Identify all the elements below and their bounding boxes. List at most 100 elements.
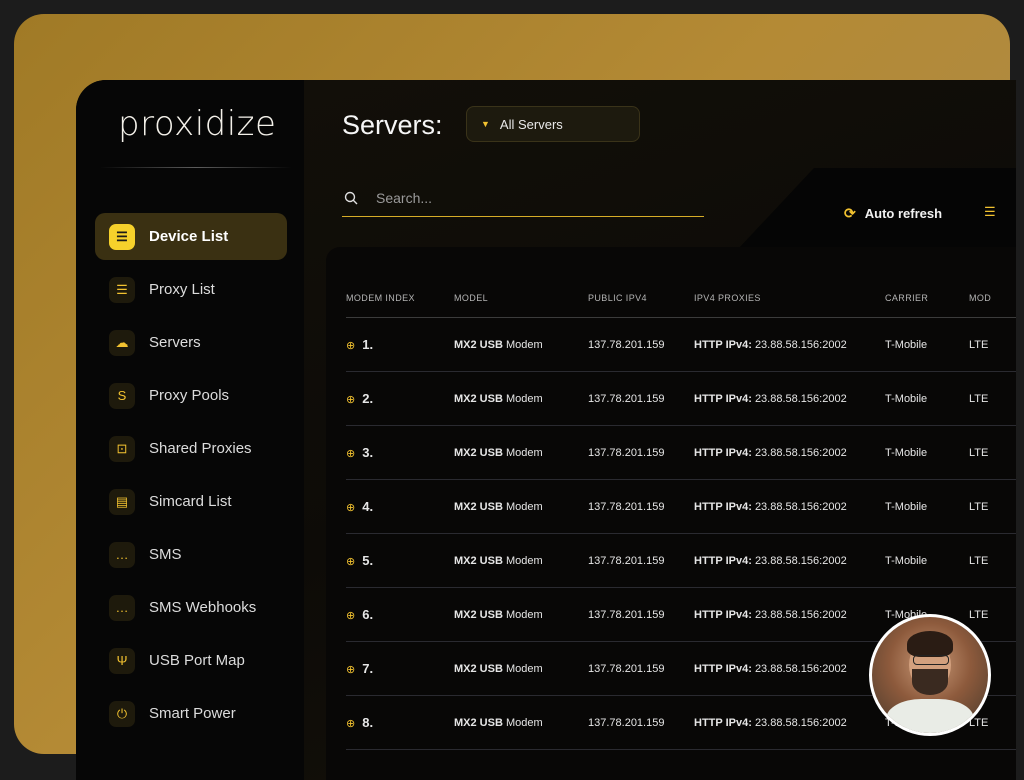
sidebar-item-device-list[interactable]: ☰ Device List — [95, 213, 287, 260]
sidebar-item-simcard-list[interactable]: ▤ Simcard List — [95, 478, 287, 525]
model-cell: MX2 USB Modem — [454, 425, 588, 480]
page-title: Servers: — [342, 110, 443, 140]
sidebar-nav: ☰ Device List ☰ Proxy List ☁ Servers S P… — [95, 213, 287, 743]
avatar — [869, 614, 991, 736]
model-name: MX2 USB — [454, 662, 503, 675]
model-name: MX2 USB — [454, 392, 503, 405]
sidebar-item-label: Proxy Pools — [149, 387, 230, 404]
carrier-cell: T-Mobile — [885, 371, 969, 426]
expand-icon[interactable]: ⊕ — [346, 394, 355, 406]
expand-icon[interactable]: ⊕ — [346, 448, 355, 460]
modem-index: 4. — [362, 499, 374, 514]
mode-cell: LTE — [969, 317, 1016, 372]
model-name: MX2 USB — [454, 500, 503, 513]
power-icon: ⏻ — [109, 700, 135, 727]
sidebar-item-label: USB Port Map — [149, 652, 245, 669]
proxy-value: 23.88.58.156:2002 — [754, 500, 847, 513]
usb-icon: Ψ — [109, 647, 135, 674]
server-icon: ☁ — [109, 329, 135, 356]
logo-divider — [100, 167, 292, 168]
model-type: Modem — [505, 608, 543, 621]
proxy-value: 23.88.58.156:2002 — [754, 554, 847, 567]
chat-icon: … — [109, 594, 135, 621]
ipv4-proxy-cell: HTTP IPv4: 23.88.58.156:2002 — [694, 425, 885, 480]
table-row[interactable]: ⊕ 5. MX2 USB Modem 137.78.201.159 HTTP IPv4:… — [346, 533, 1016, 588]
search-icon — [344, 191, 358, 205]
table-row[interactable]: ⊕ 3. MX2 USB Modem 137.78.201.159 HTTP IPv4:… — [346, 425, 1016, 480]
sidebar-item-proxy-pools[interactable]: S Proxy Pools — [95, 372, 287, 419]
proxy-label: HTTP IPv4: — [694, 500, 752, 513]
public-ipv4-cell: 137.78.201.159 — [588, 533, 694, 588]
model-type: Modem — [505, 716, 543, 729]
column-header[interactable]: MOD — [969, 279, 1016, 318]
proxy-label: HTTP IPv4: — [694, 446, 752, 459]
sidebar-item-label: Simcard List — [149, 493, 232, 510]
proxy-label: HTTP IPv4: — [694, 608, 752, 621]
expand-icon[interactable]: ⊕ — [346, 718, 355, 730]
proxy-value: 23.88.58.156:2002 — [754, 716, 847, 729]
sidebar-item-proxy-list[interactable]: ☰ Proxy List — [95, 266, 287, 313]
model-type: Modem — [505, 392, 543, 405]
table-row[interactable]: ⊕ 2. MX2 USB Modem 137.78.201.159 HTTP IPv4:… — [346, 371, 1016, 426]
auto-refresh-button[interactable]: ⟳ Auto refresh — [844, 205, 942, 222]
pool-icon: S — [109, 382, 135, 409]
sidebar-item-label: Servers — [149, 334, 201, 351]
modem-index-cell: ⊕ 7. — [346, 641, 454, 696]
search-input[interactable] — [374, 189, 678, 207]
modem-index-cell: ⊕ 4. — [346, 479, 454, 534]
column-header[interactable]: IPV4 PROXIES — [694, 279, 885, 318]
ipv4-proxy-cell: HTTP IPv4: 23.88.58.156:2002 — [694, 371, 885, 426]
column-header[interactable]: MODEM INDEX — [346, 279, 454, 318]
mode-cell: LTE — [969, 479, 1016, 534]
modem-index-cell: ⊕ 1. — [346, 317, 454, 372]
sidebar-item-smart-power[interactable]: ⏻ Smart Power — [95, 690, 287, 737]
proxy-label: HTTP IPv4: — [694, 662, 752, 675]
ipv4-proxy-cell: HTTP IPv4: 23.88.58.156:2002 — [694, 479, 885, 534]
modem-index: 1. — [362, 337, 374, 352]
share-icon: ⊡ — [109, 435, 135, 462]
expand-icon[interactable]: ⊕ — [346, 556, 355, 568]
public-ipv4-cell: 137.78.201.159 — [588, 695, 694, 750]
ipv4-proxy-cell: HTTP IPv4: 23.88.58.156:2002 — [694, 533, 885, 588]
modem-index: 2. — [362, 391, 374, 406]
model-cell: MX2 USB Modem — [454, 695, 588, 750]
sidebar-item-label: SMS — [149, 546, 182, 563]
modem-index-cell: ⊕ 8. — [346, 695, 454, 750]
table-row[interactable]: ⊕ 1. MX2 USB Modem 137.78.201.159 HTTP IPv4:… — [346, 317, 1016, 372]
sidebar-item-shared-proxies[interactable]: ⊡ Shared Proxies — [95, 425, 287, 472]
modem-index-cell: ⊕ 6. — [346, 587, 454, 642]
public-ipv4-cell: 137.78.201.159 — [588, 641, 694, 696]
model-name: MX2 USB — [454, 446, 503, 459]
sidebar-item-usb-port-map[interactable]: Ψ USB Port Map — [95, 637, 287, 684]
table-row[interactable]: ⊕ 4. MX2 USB Modem 137.78.201.159 HTTP IPv4:… — [346, 479, 1016, 534]
model-type: Modem — [505, 500, 543, 513]
model-cell: MX2 USB Modem — [454, 371, 588, 426]
expand-icon[interactable]: ⊕ — [346, 610, 355, 622]
sidebar-item-servers[interactable]: ☁ Servers — [95, 319, 287, 366]
model-name: MX2 USB — [454, 338, 503, 351]
auto-refresh-label: Auto refresh — [864, 206, 943, 221]
column-menu-icon[interactable]: ☰ — [984, 204, 996, 220]
proxy-label: HTTP IPv4: — [694, 716, 752, 729]
proxy-value: 23.88.58.156:2002 — [754, 446, 847, 459]
proxy-value: 23.88.58.156:2002 — [754, 608, 847, 621]
column-header[interactable]: MODEL — [454, 279, 588, 318]
ipv4-proxy-cell: HTTP IPv4: 23.88.58.156:2002 — [694, 317, 885, 372]
sidebar-item-sms[interactable]: … SMS — [95, 531, 287, 578]
server-select[interactable]: ▼ All Servers — [466, 106, 640, 142]
column-header[interactable]: PUBLIC IPV4 — [588, 279, 694, 318]
column-header[interactable]: CARRIER — [885, 279, 969, 318]
model-type: Modem — [505, 554, 543, 567]
avatar-glasses — [913, 655, 949, 665]
model-cell: MX2 USB Modem — [454, 317, 588, 372]
expand-icon[interactable]: ⊕ — [346, 340, 355, 352]
list-icon: ☰ — [109, 223, 135, 250]
expand-icon[interactable]: ⊕ — [346, 502, 355, 514]
sidebar-item-label: Device List — [149, 228, 229, 245]
sidebar-item-sms-webhooks[interactable]: … SMS Webhooks — [95, 584, 287, 631]
proxy-value: 23.88.58.156:2002 — [754, 338, 847, 351]
carrier-cell: T-Mobile — [885, 425, 969, 480]
expand-icon[interactable]: ⊕ — [346, 664, 355, 676]
model-type: Modem — [505, 446, 543, 459]
modem-index: 5. — [362, 553, 374, 568]
